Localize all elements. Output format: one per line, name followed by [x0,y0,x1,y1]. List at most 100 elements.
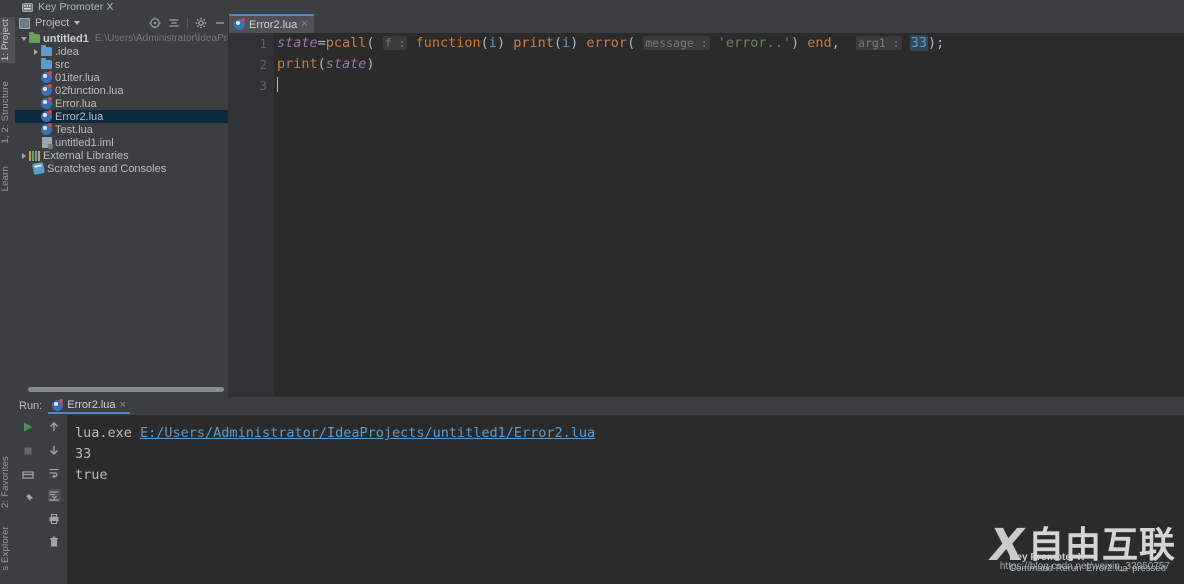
code-token-paren: ( [366,35,375,51]
soft-wrap-icon[interactable] [48,466,61,479]
lua-file-icon [40,123,53,135]
code-token-pcall: pcall [325,35,367,51]
sidebar-item-favorites-label: 2: Favorites [0,456,11,509]
folder-icon [40,45,53,56]
run-tab-error2-lua[interactable]: Error2.lua × [48,398,130,414]
rerun-icon[interactable] [22,420,35,433]
sidebar-item-favorites[interactable]: 2: Favorites [0,454,15,510]
libraries-icon [28,150,41,161]
code-token-string: 'error..' [717,35,791,51]
chevron-open-icon[interactable] [19,36,28,41]
console-line-3: true [75,467,108,483]
pin-icon[interactable] [22,492,35,505]
close-icon[interactable]: × [301,19,307,30]
code-line-3[interactable] [274,75,1184,96]
key-promoter-icon [22,2,33,13]
run-toolbar-right [41,415,67,584]
scratches-icon [31,161,46,176]
trash-icon[interactable] [48,535,61,548]
tree-row-02function-lua[interactable]: 02function.lua [15,84,228,97]
tree-row-error2-lua[interactable]: Error2.lua [15,110,228,123]
lua-file-icon [40,97,53,109]
code-token-paren: ) [496,35,506,51]
scroll-to-end-icon[interactable] [47,489,61,502]
chevron-closed-icon[interactable] [19,152,28,159]
code-token-end: end [807,35,832,51]
arrow-down-icon[interactable] [48,443,61,456]
lua-file-icon [40,84,53,96]
tree-row-test-lua[interactable]: Test.lua [15,123,228,136]
console-line-2: 33 [75,446,92,462]
tree-label: Test.lua [55,123,93,136]
tree-row-error-lua[interactable]: Error.lua [15,97,228,110]
plugin-bar-label: Key Promoter X [38,1,114,13]
code-token-number: 33 [909,35,928,51]
collapse-all-icon[interactable] [168,17,180,29]
print-icon[interactable] [48,512,61,525]
tree-label: untitled1.iml [55,136,114,149]
close-icon[interactable]: × [120,399,126,411]
tree-label: 02function.lua [55,84,124,97]
console-line-1: lua.exe E:/Users/Administrator/IdeaProje… [75,423,1184,444]
lua-file-icon [52,398,64,411]
param-hint-message: message : [643,36,710,50]
code-line-1[interactable]: state=pcall( f : function(i) print(i) er… [274,33,1184,54]
code-line-2[interactable]: print(state) [274,54,1184,75]
tree-row-src[interactable]: src [15,58,228,71]
layout-icon[interactable] [22,468,35,481]
code-token-paren: ( [627,35,636,51]
tree-row-01iter-lua[interactable]: 01iter.lua [15,71,228,84]
sidebar-item-structure[interactable]: 1, 2: Structure [0,79,15,146]
code-token-function: function [415,35,481,51]
hide-icon[interactable] [214,17,226,29]
project-panel-toolbar [149,14,226,32]
editor-tab-error2-lua[interactable]: Error2.lua × [229,14,314,33]
run-panel-label: Run: [19,400,43,412]
project-panel-horizontal-scrollbar[interactable] [28,387,224,392]
code-token-paren: ) [790,35,800,51]
sidebar-item-explorer[interactable]: s Explorer [0,524,15,573]
tree-label: src [55,58,70,71]
tree-path: E:\Users\Administrator\IdeaProjects\unt [94,33,228,44]
key-promoter-toast: Key Promoter X Command Rerun 'Error2.lua… [1009,552,1166,574]
lua-file-icon [40,71,53,83]
run-tab-label: Error2.lua [67,399,116,411]
editor-scroll-strip[interactable] [1172,52,1184,397]
code-content[interactable]: state=pcall( f : function(i) print(i) er… [274,33,1184,397]
sidebar-item-project[interactable]: 1: Project [0,17,15,64]
sidebar-item-learn[interactable]: Learn [0,164,15,193]
editor-tab-label: Error2.lua [249,18,298,31]
tree-row-scratches-and-consoles[interactable]: Scratches and Consoles [15,161,228,176]
line-number: 1 [259,36,267,51]
sidebar-item-explorer-label: s Explorer [0,526,11,571]
console-file-link[interactable]: E:/Users/Administrator/IdeaProjects/unti… [140,425,595,441]
project-panel: Project untitled1 E:\Users\Administrator… [15,14,229,397]
project-tree: untitled1 E:\Users\Administrator\IdeaPro… [15,32,228,383]
toast-subtitle: Command Rerun 'Error2.lua' pressed [1009,563,1166,574]
project-panel-header: Project [15,14,228,32]
tree-row-external-libraries[interactable]: External Libraries [15,149,228,162]
arrow-up-icon[interactable] [48,420,61,433]
stop-icon[interactable] [22,444,35,457]
source-folder-icon [40,58,53,69]
run-toolbar-left [15,415,41,584]
code-token-paren: ) [927,35,937,51]
chevron-down-icon[interactable] [74,21,81,25]
code-token-paren: ( [480,35,489,51]
locate-icon[interactable] [149,17,161,29]
code-token-i: i [488,35,497,51]
editor-tab-strip: Error2.lua × [229,14,1184,33]
tree-row-untitled1[interactable]: untitled1 E:\Users\Administrator\IdeaPro… [15,32,228,45]
text-caret [277,77,278,92]
project-folder-icon [28,32,41,43]
tree-row-untitled1-iml[interactable]: untitled1.iml [15,136,228,149]
tree-label: Error2.lua [55,110,104,123]
settings-gear-icon[interactable] [195,17,207,29]
chevron-closed-icon[interactable] [31,48,40,55]
code-editor[interactable]: 1 2 3 state=pcall( f : function(i) print… [229,33,1184,397]
tree-row-idea[interactable]: .idea [15,45,228,58]
code-token-comma: , [831,35,840,51]
toolbar-divider [187,17,188,29]
code-token-semicolon: ; [936,35,945,51]
code-token-i: i [562,35,571,51]
